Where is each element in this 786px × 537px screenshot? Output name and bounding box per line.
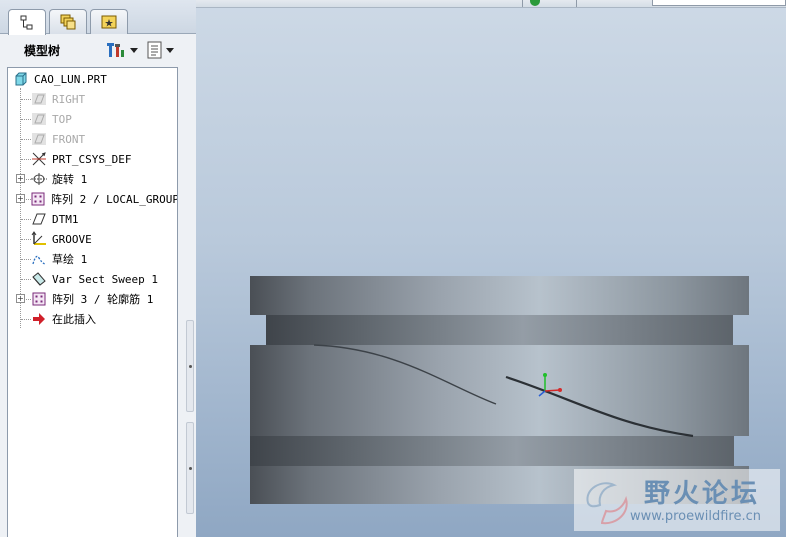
tree-item-label: FRONT <box>52 132 86 146</box>
model-tree-tab[interactable] <box>8 9 46 35</box>
tree-item-groove[interactable]: GROOVE <box>8 229 177 249</box>
layers-icon <box>60 14 76 30</box>
favorites-tab[interactable] <box>90 9 128 34</box>
model-tree: CAO_LUN.PRT RIGHT TOP FRONT PRT_CSYS_DEF… <box>7 67 178 537</box>
favorites-icon <box>101 15 117 29</box>
tree-header: 模型树 <box>0 36 196 64</box>
cam-model[interactable] <box>196 0 786 537</box>
cam-main-body <box>250 345 749 436</box>
chevron-down-icon <box>130 47 138 53</box>
model-tree-icon <box>20 15 33 29</box>
tree-item-label: 草绘 1 <box>52 253 88 266</box>
tree-item-sketch[interactable]: 草绘 1 <box>8 249 177 269</box>
forum-watermark: 野火论坛 www.proewildfire.cn <box>574 469 780 531</box>
layers-tab[interactable] <box>49 9 87 34</box>
tree-item-revolve[interactable]: + 旋转 1 <box>8 169 177 189</box>
watermark-title: 野火论坛 <box>644 479 761 509</box>
datum-plane-icon <box>30 90 48 108</box>
expand-toggle[interactable]: + <box>16 294 25 303</box>
tree-title: 模型树 <box>24 44 61 58</box>
tree-item-dtm1[interactable]: DTM1 <box>8 209 177 229</box>
panel-splitter-handle[interactable] <box>186 422 194 514</box>
tree-item-pattern-3[interactable]: + 阵列 3 / 轮廓筋 1 <box>8 289 177 309</box>
datum-plane-icon <box>30 130 48 148</box>
tree-item-label: 阵列 3 / 轮廓筋 1 <box>52 293 154 306</box>
cam-lower-neck <box>250 436 734 466</box>
part-icon <box>12 70 30 88</box>
pattern-icon <box>29 190 47 208</box>
tree-root-label: CAO_LUN.PRT <box>34 72 107 86</box>
tree-item-label: TOP <box>52 112 72 126</box>
tree-show-button[interactable] <box>146 40 180 60</box>
tree-item-label: 在此插入 <box>52 313 96 326</box>
tree-item-var-sect-sweep[interactable]: Var Sect Sweep 1 <box>8 269 177 289</box>
sweep-icon <box>30 270 48 288</box>
datum-plane-icon <box>30 210 48 228</box>
tree-item-csys[interactable]: PRT_CSYS_DEF <box>8 149 177 169</box>
model-tree-panel: 模型树 CAO_LUN.PRT RIGHT TOP FRONT PRT_CSYS… <box>0 0 196 537</box>
tree-settings-icon <box>107 43 124 57</box>
datum-plane-icon <box>30 110 48 128</box>
tree-settings-button[interactable] <box>106 40 140 60</box>
tree-item-label: PRT_CSYS_DEF <box>52 152 132 166</box>
tree-item-top[interactable]: TOP <box>8 109 177 129</box>
tree-show-icon <box>147 41 162 59</box>
tree-root[interactable]: CAO_LUN.PRT <box>8 69 177 89</box>
revolve-icon <box>30 170 48 188</box>
tree-item-label: DTM1 <box>52 212 79 226</box>
tree-item-front[interactable]: FRONT <box>8 129 177 149</box>
tree-item-right[interactable]: RIGHT <box>8 89 177 109</box>
chevron-down-icon <box>166 47 174 53</box>
watermark-logo-icon <box>586 482 628 525</box>
tree-item-label: GROOVE <box>52 232 92 246</box>
csys-yellow-icon <box>30 230 48 248</box>
tree-item-insert-here[interactable]: 在此插入 <box>8 309 177 329</box>
expand-toggle[interactable]: + <box>16 194 25 203</box>
panel-tab-strip <box>0 0 196 35</box>
cam-upper-neck <box>266 315 733 345</box>
coordinate-system-icon <box>30 150 48 168</box>
tree-item-label: 旋转 1 <box>52 173 88 186</box>
sketch-icon <box>30 250 48 268</box>
tree-item-pattern-2[interactable]: + 阵列 2 / LOCAL_GROUP <box>8 189 178 209</box>
insert-here-arrow-icon <box>30 310 48 328</box>
panel-splitter-handle[interactable] <box>186 320 194 412</box>
tree-item-label: Var Sect Sweep 1 <box>52 272 158 286</box>
watermark-url: www.proewildfire.cn <box>630 509 761 524</box>
pattern-icon <box>30 290 48 308</box>
graphics-viewport[interactable]: 野火论坛 www.proewildfire.cn <box>196 0 786 537</box>
tree-item-label: RIGHT <box>52 92 86 106</box>
cam-top-flange <box>250 276 749 315</box>
tree-item-label: 阵列 2 / LOCAL_GROUP <box>51 193 178 206</box>
expand-toggle[interactable]: + <box>16 174 25 183</box>
